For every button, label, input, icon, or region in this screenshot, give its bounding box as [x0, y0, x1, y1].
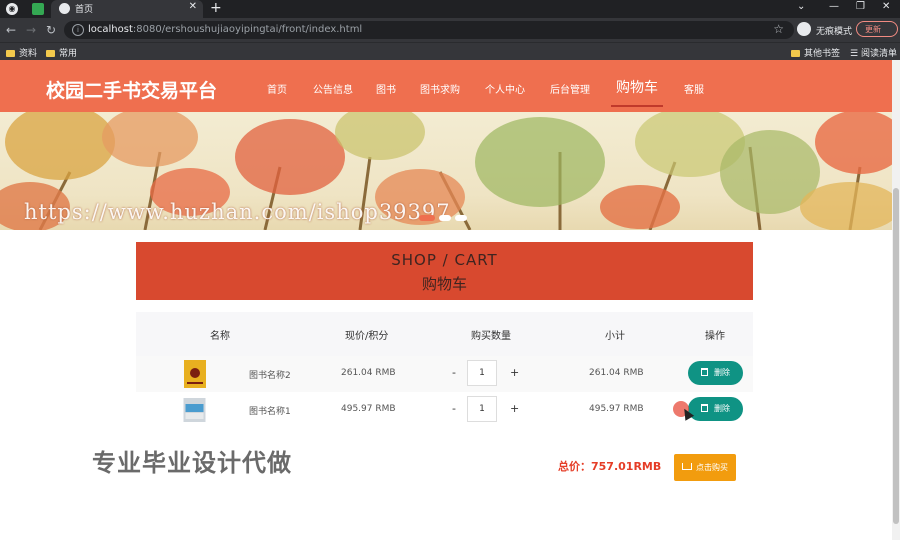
browser-tab[interactable]: 首页 ✕	[51, 0, 203, 18]
nav-books[interactable]: 图书	[376, 81, 396, 96]
nav-notices[interactable]: 公告信息	[313, 81, 353, 96]
cart-icon	[682, 463, 692, 470]
bookmark-star-icon[interactable]: ☆	[773, 22, 784, 36]
close-window-icon[interactable]: ✕	[882, 1, 890, 12]
col-price: 现价/积分	[345, 331, 389, 342]
reload-icon[interactable]: ↻	[46, 23, 56, 37]
incognito-avatar-icon[interactable]	[797, 22, 811, 36]
table-row: 图书名称1 495.97 RMB - 1 + 495.97 RMB 删除	[136, 392, 753, 428]
reading-list[interactable]: ☰ 阅读清单	[850, 46, 897, 59]
reading-list-icon: ☰	[850, 49, 861, 59]
back-icon[interactable]: ←	[6, 23, 16, 37]
item-price: 261.04 RMB	[341, 368, 396, 378]
item-name: 图书名称1	[249, 407, 291, 417]
tab-close-icon[interactable]: ✕	[189, 1, 197, 12]
qty-decrease-button[interactable]: -	[452, 366, 456, 379]
qty-decrease-button[interactable]: -	[452, 402, 456, 415]
folder-icon	[791, 50, 800, 57]
url-input[interactable]: i localhost:8080/ershoushujiaoyipingtai/…	[64, 21, 794, 39]
col-quantity: 购买数量	[471, 331, 511, 342]
sheets-app-icon[interactable]	[32, 3, 44, 15]
folder-icon	[46, 50, 55, 57]
nav-customer-service[interactable]: 客服	[684, 81, 704, 96]
col-name: 名称	[210, 331, 230, 342]
minimize-icon[interactable]: —	[829, 1, 839, 12]
url-host: localhost	[88, 24, 133, 35]
address-toolbar: ← → ↻ i localhost:8080/ershoushujiaoyipi…	[0, 18, 900, 42]
book-cover-image	[184, 360, 206, 388]
site-info-icon[interactable]: i	[72, 24, 84, 36]
tab-search-icon[interactable]: ⌄	[797, 1, 805, 12]
delete-button[interactable]: 删除	[688, 397, 743, 421]
site-title: 校园二手书交易平台	[46, 80, 218, 102]
watermark-text: https://www.huzhan.com/ishop39397	[24, 200, 451, 224]
active-nav-underline	[611, 105, 663, 107]
item-subtotal: 495.97 RMB	[589, 404, 644, 414]
bookmark-folder-2[interactable]: 常用	[46, 46, 77, 59]
nav-admin[interactable]: 后台管理	[550, 81, 590, 96]
new-tab-icon[interactable]: +	[210, 0, 222, 16]
scrollbar-thumb[interactable]	[893, 188, 899, 524]
carousel-dot-2[interactable]	[439, 215, 451, 221]
cart-total: 总价：757.01RMB	[558, 460, 662, 473]
cart-heading: SHOP / CART 购物车	[136, 242, 753, 300]
window-menu-icon[interactable]: ◉	[6, 3, 18, 15]
quantity-input[interactable]: 1	[467, 360, 497, 386]
book-cover-image	[183, 398, 206, 422]
table-row: 图书名称2 261.04 RMB - 1 + 261.04 RMB 删除	[136, 356, 753, 392]
other-bookmarks[interactable]: 其他书签	[791, 46, 840, 59]
restore-icon[interactable]: ❐	[856, 1, 865, 12]
carousel-dot-1[interactable]	[419, 215, 435, 221]
folder-icon	[6, 50, 15, 57]
tab-favicon-icon	[59, 3, 70, 14]
item-name: 图书名称2	[249, 371, 291, 381]
carousel-dot-3[interactable]	[455, 215, 467, 221]
cart-heading-zh: 购物车	[421, 275, 467, 293]
col-actions: 操作	[705, 331, 725, 342]
site-header: 校园二手书交易平台 首页 公告信息 图书 图书求购 个人中心 后台管理 购物车 …	[0, 60, 892, 112]
nav-book-requests[interactable]: 图书求购	[420, 81, 460, 96]
nav-home[interactable]: 首页	[267, 81, 287, 96]
forward-icon[interactable]: →	[26, 23, 36, 37]
cart-heading-en: SHOP / CART	[391, 251, 498, 269]
trash-icon	[701, 368, 708, 376]
url-path: :8080/ershoushujiaoyipingtai/front/index…	[132, 24, 363, 35]
delete-button[interactable]: 删除	[688, 361, 743, 385]
nav-personal-center[interactable]: 个人中心	[485, 81, 525, 96]
carousel-indicators	[419, 210, 471, 224]
qty-increase-button[interactable]: +	[510, 366, 519, 379]
overlay-ad-text: 专业毕业设计代做	[92, 449, 292, 477]
bookmarks-bar: 资料 常用 其他书签 ☰ 阅读清单	[0, 42, 900, 61]
incognito-label: 无痕模式	[816, 27, 853, 37]
bookmark-folder-1[interactable]: 资料	[6, 46, 37, 59]
col-subtotal: 小计	[605, 331, 625, 342]
table-header: 名称 现价/积分 购买数量 小计 操作	[136, 312, 753, 356]
update-button[interactable]: 更新	[856, 21, 898, 37]
tab-title: 首页	[75, 5, 94, 15]
buy-button[interactable]: 点击购买	[674, 454, 736, 481]
nav-cart[interactable]: 购物车	[616, 77, 658, 97]
trash-icon	[701, 404, 708, 412]
browser-tab-strip: ◉ 首页 ✕ + ⌄ — ❐ ✕	[0, 0, 900, 18]
item-subtotal: 261.04 RMB	[589, 368, 644, 378]
item-price: 495.97 RMB	[341, 404, 396, 414]
quantity-input[interactable]: 1	[467, 396, 497, 422]
qty-increase-button[interactable]: +	[510, 402, 519, 415]
